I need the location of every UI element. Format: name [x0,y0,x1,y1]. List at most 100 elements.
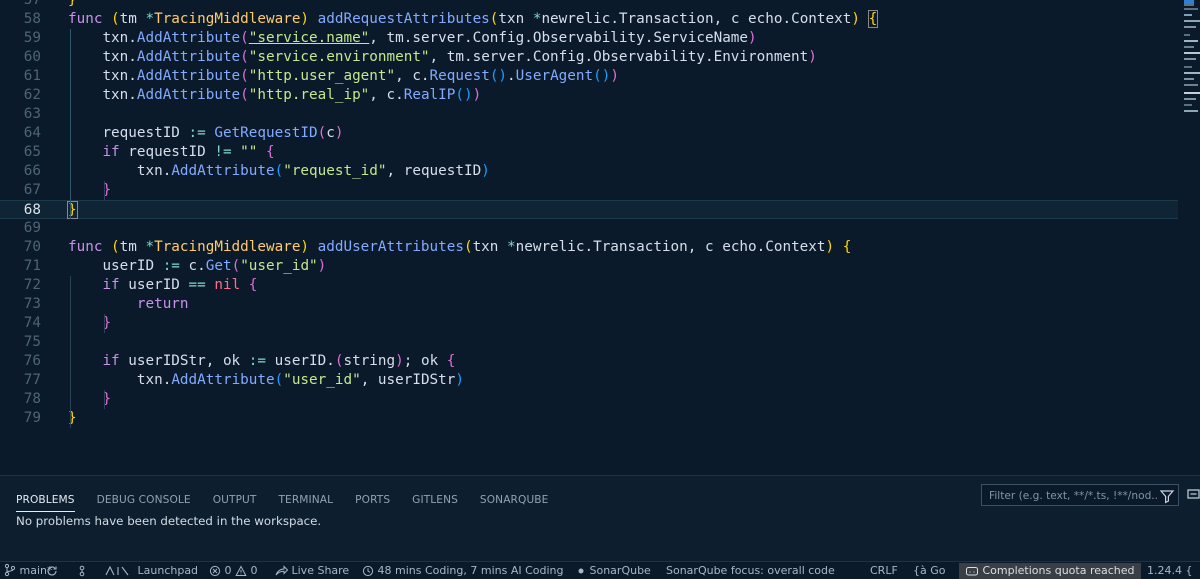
code-token: ( [240,68,249,84]
code-token: != [214,144,241,160]
indent-guide [104,390,105,409]
code-token: userID [102,258,163,274]
code-line[interactable]: 62 txn.AddAttribute("http.real_ip", c.Re… [0,86,1178,105]
language-status[interactable]: {à Go [913,563,946,579]
copilot-warning-icon [966,567,978,576]
sync-icon[interactable] [46,563,58,579]
code-token: := [162,258,189,274]
line-number: 65 [23,144,41,160]
code-token: txn. [136,163,172,179]
code-line[interactable]: 67 } [0,181,1178,200]
live-share-icon [275,565,289,576]
code-token: == [188,277,215,293]
code-token: , c. [369,87,404,103]
collapse-all-icon[interactable] [1187,487,1200,501]
code-line[interactable]: 79} [0,409,1178,428]
code-token: ( [240,49,249,65]
code-line[interactable]: 65 if requestID != "" { [0,143,1178,162]
eol-status[interactable]: CRLF [870,563,898,579]
code-line[interactable]: 77 txn.AddAttribute("user_id", userIDStr… [0,371,1178,390]
code-line[interactable]: 63 [0,105,1178,124]
code-token: ) [748,30,757,46]
line-number: 72 [23,277,41,293]
code-line[interactable]: 73 return [0,295,1178,314]
code-token: TracingMiddleware [154,239,301,255]
git-branch-icon [4,563,16,577]
code-line[interactable]: 66 txn.AddAttribute("request_id", reques… [0,162,1178,181]
minimap-line [1184,34,1190,36]
indent-guide [70,29,71,219]
code-token: ) [455,372,464,388]
code-line[interactable]: 74 } [0,314,1178,333]
code-token: txn. [102,87,137,103]
tab-debug-console[interactable]: DEBUG CONSOLE [97,494,191,511]
code-line[interactable]: 58 func (tm *TracingMiddleware) addReques… [0,10,1178,29]
code-token: "request_id" [283,163,387,179]
sonarqube-status[interactable]: SonarQube [576,563,651,579]
code-token: , c. [395,68,430,84]
minimap-line [1184,110,1198,112]
minimap-line [1184,8,1198,10]
code-line[interactable]: 68} [0,200,1178,219]
braces-icon: {à [913,564,927,577]
live-share-status[interactable]: Live Share [275,563,349,579]
code-token: () [455,87,473,103]
code-line[interactable]: 69 [0,219,1178,238]
code-line[interactable]: 75 [0,333,1178,352]
code-token: "service.name" [248,30,370,46]
code-token: AddAttribute [171,372,275,388]
history-icon [362,565,374,577]
code-token: "http.real_ip" [248,87,370,103]
tab-output[interactable]: OUTPUT [213,494,257,511]
launchpad-label: Launchpad [137,564,199,577]
line-number: 71 [23,258,41,274]
problems-message: No problems have been detected in the wo… [16,514,322,528]
problems-filter-input[interactable] [987,487,1159,505]
code-token: . [507,68,516,84]
code-line[interactable]: 70 func (tm *TracingMiddleware) addUserAt… [0,238,1178,257]
launchpad-status[interactable]: Launchpad [104,563,198,579]
filter-icon[interactable] [1159,488,1175,504]
code-line[interactable]: 71 userID := c.Get("user_id") [0,257,1178,276]
go-version-status[interactable]: 1.24.4 { [1147,563,1193,579]
minimap-line [1184,66,1192,68]
line-number: 58 [23,11,41,27]
tab-ports[interactable]: PORTS [355,494,390,511]
line-number: 77 [23,372,41,388]
indent-guide [70,276,71,428]
completions-status[interactable]: Completions quota reached [959,563,1141,579]
code-token: UserAgent [515,68,594,84]
code-token: ( [317,125,327,141]
code-line[interactable]: 57} [0,0,1178,10]
minimap[interactable] [1178,0,1200,475]
code-line[interactable]: 59 txn.AddAttribute("service.name", tm.s… [0,29,1178,48]
coding-time-status[interactable]: 48 mins Coding, 7 mins AI Coding [362,563,564,579]
tab-problems[interactable]: PROBLEMS [16,494,75,512]
line-number: 66 [23,163,41,179]
code-text: txn.AddAttribute("http.real_ip", c.RealI… [68,86,481,105]
indent-guide [104,314,105,333]
sonarqube-focus-status[interactable]: SonarQube focus: overall code [666,563,835,579]
code-line[interactable]: 64 requestID := GetRequestID(c) [0,124,1178,143]
code-line[interactable]: 76 if userIDStr, ok := userID.(string); … [0,352,1178,371]
code-editor[interactable]: 57} 58 func (tm *TracingMiddleware) addReq… [0,0,1200,475]
code-line[interactable]: 61 txn.AddAttribute("http.user_agent", c… [0,67,1178,86]
code-text: } [68,0,77,10]
code-line[interactable]: 78 } [0,390,1178,409]
error-icon [209,565,221,577]
problems-status[interactable]: 0 0 [209,563,258,579]
code-text: if userID == nil { [68,276,257,295]
tab-terminal[interactable]: TERMINAL [278,494,333,511]
git-graph-icon[interactable] [76,563,88,579]
code-line[interactable]: 72 if userID == nil { [0,276,1178,295]
code-line[interactable]: 60 txn.AddAttribute("service.environment… [0,48,1178,67]
tab-gitlens[interactable]: GITLENS [412,494,458,511]
tab-sonarqube[interactable]: SONARQUBE [480,494,549,511]
code-token: ) [825,239,843,255]
line-number: 59 [23,30,41,46]
